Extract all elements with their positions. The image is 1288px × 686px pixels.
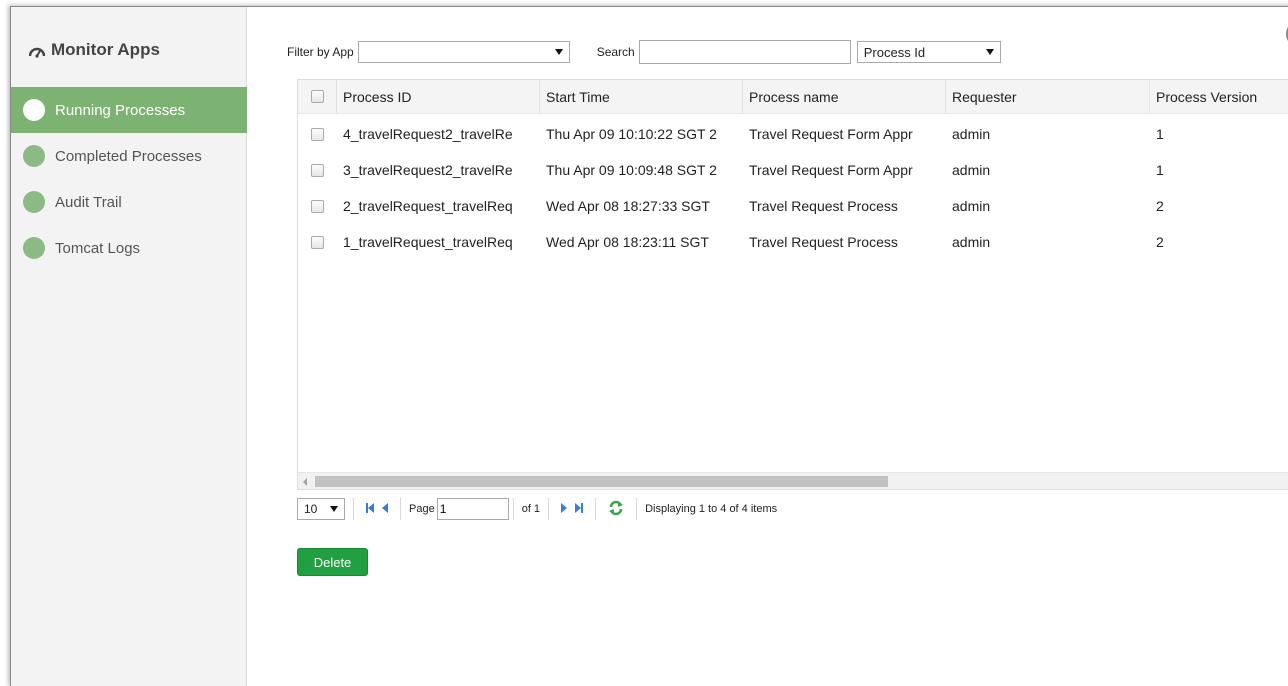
column-header-process-id[interactable]: Process ID bbox=[337, 80, 540, 113]
scrollbar-thumb[interactable] bbox=[315, 476, 888, 487]
cell-start-time: Wed Apr 08 18:27:33 SGT bbox=[546, 198, 710, 214]
sidebar-item-completed-processes[interactable]: Completed Processes bbox=[11, 133, 247, 179]
pager-divider bbox=[548, 498, 550, 520]
cell-process-name: Travel Request Process bbox=[749, 198, 898, 214]
pagination-bar: 10 Page of 1 bbox=[297, 496, 1288, 522]
cell-process-version: 2 bbox=[1156, 198, 1164, 214]
page-size-value: 10 bbox=[304, 502, 318, 516]
sidebar-nav: Running Processes Completed Processes Au… bbox=[11, 87, 247, 271]
app-window: Monitor Apps Running Processes Completed… bbox=[10, 6, 1288, 686]
filter-app-select[interactable] bbox=[357, 41, 570, 63]
sidebar-item-label: Completed Processes bbox=[55, 147, 202, 165]
filter-bar: Filter by App Search Process Id bbox=[287, 40, 1287, 64]
main-content: Filter by App Search Process Id Process … bbox=[287, 7, 1288, 686]
sidebar: Monitor Apps Running Processes Completed… bbox=[11, 7, 247, 686]
circle-icon bbox=[23, 191, 45, 213]
grid-header: Process ID Start Time Process name Reque… bbox=[298, 80, 1288, 114]
cell-process-id: 3_travelRequest2_travelRe bbox=[343, 162, 513, 178]
page-size-select[interactable]: 10 bbox=[297, 498, 345, 520]
cell-requester: admin bbox=[952, 198, 991, 214]
pager-display-text: Displaying 1 to 4 of 4 items bbox=[645, 503, 778, 515]
next-page-icon[interactable] bbox=[561, 502, 568, 516]
row-select-cell bbox=[298, 152, 337, 188]
circle-icon bbox=[23, 237, 45, 259]
delete-button[interactable]: Delete bbox=[297, 548, 368, 576]
row-checkbox[interactable] bbox=[311, 235, 324, 249]
pager-divider bbox=[512, 498, 514, 520]
row-select-cell bbox=[298, 116, 337, 152]
column-header-requester[interactable]: Requester bbox=[946, 80, 1150, 113]
table-row[interactable]: 4_travelRequest2_travelRe Thu Apr 09 10:… bbox=[298, 116, 1288, 152]
search-label: Search bbox=[596, 45, 635, 59]
cell-process-version: 2 bbox=[1156, 234, 1164, 250]
table-row[interactable]: 2_travelRequest_travelReq Wed Apr 08 18:… bbox=[298, 188, 1288, 224]
first-page-icon[interactable] bbox=[366, 502, 374, 516]
prev-page-icon[interactable] bbox=[382, 502, 388, 516]
sidebar-item-label: Running Processes bbox=[55, 101, 186, 119]
sidebar-item-label: Audit Trail bbox=[55, 193, 122, 211]
sidebar-item-audit-trail[interactable]: Audit Trail bbox=[11, 179, 247, 225]
chevron-down-icon bbox=[985, 49, 994, 55]
process-grid: Process ID Start Time Process name Reque… bbox=[297, 79, 1288, 490]
column-header-process-version[interactable]: Process Version bbox=[1150, 80, 1288, 113]
column-header-start-time[interactable]: Start Time bbox=[540, 80, 743, 113]
row-select-cell bbox=[298, 188, 337, 224]
search-input[interactable] bbox=[638, 40, 851, 64]
cell-process-id: 4_travelRequest2_travelRe bbox=[343, 126, 513, 142]
scroll-left-icon[interactable] bbox=[303, 478, 307, 486]
circle-icon bbox=[23, 145, 45, 167]
pager-divider bbox=[400, 498, 401, 520]
cell-process-name: Travel Request Form Appr bbox=[749, 126, 913, 142]
sidebar-item-label: Tomcat Logs bbox=[55, 239, 141, 257]
cell-process-version: 1 bbox=[1156, 162, 1164, 178]
sidebar-item-tomcat-logs[interactable]: Tomcat Logs bbox=[11, 225, 247, 271]
cell-start-time: Wed Apr 08 18:23:11 SGT bbox=[546, 234, 709, 250]
sidebar-title: Monitor Apps bbox=[28, 40, 160, 60]
page-number-input[interactable] bbox=[436, 498, 509, 520]
dashboard-icon bbox=[28, 43, 46, 58]
table-row[interactable]: 3_travelRequest2_travelRe Thu Apr 09 10:… bbox=[298, 152, 1288, 188]
cell-process-name: Travel Request Form Appr bbox=[749, 162, 913, 178]
cell-requester: admin bbox=[952, 126, 991, 142]
horizontal-scrollbar[interactable] bbox=[298, 472, 1288, 489]
row-checkbox[interactable] bbox=[311, 127, 324, 141]
pager-divider bbox=[595, 498, 597, 520]
row-select-cell bbox=[298, 224, 337, 260]
filter-app-label: Filter by App bbox=[287, 45, 354, 59]
cell-start-time: Thu Apr 09 10:09:48 SGT 2 bbox=[546, 162, 717, 178]
cell-start-time: Thu Apr 09 10:10:22 SGT 2 bbox=[546, 126, 717, 142]
sidebar-item-running-processes[interactable]: Running Processes bbox=[11, 87, 247, 133]
header-select-cell bbox=[298, 80, 337, 113]
search-field-value: Process Id bbox=[863, 44, 926, 60]
row-checkbox[interactable] bbox=[311, 199, 324, 213]
last-page-icon[interactable] bbox=[575, 502, 584, 516]
table-row[interactable]: 1_travelRequest_travelReq Wed Apr 08 18:… bbox=[298, 224, 1288, 260]
row-checkbox[interactable] bbox=[311, 163, 324, 177]
pager-divider bbox=[636, 498, 638, 520]
column-header-process-name[interactable]: Process name bbox=[743, 80, 946, 113]
pager-divider bbox=[353, 498, 354, 520]
cell-process-version: 1 bbox=[1156, 126, 1164, 142]
circle-icon bbox=[23, 99, 45, 121]
sidebar-title-text: Monitor Apps bbox=[51, 40, 160, 59]
select-all-checkbox[interactable] bbox=[310, 90, 324, 103]
cell-process-id: 1_travelRequest_travelReq bbox=[343, 234, 513, 250]
chevron-down-icon bbox=[330, 506, 338, 512]
page-of-label: of 1 bbox=[521, 503, 541, 515]
cell-process-name: Travel Request Process bbox=[749, 234, 898, 250]
cell-requester: admin bbox=[952, 162, 991, 178]
search-field-select[interactable]: Process Id bbox=[856, 41, 1001, 63]
cell-process-id: 2_travelRequest_travelReq bbox=[343, 198, 513, 214]
chevron-down-icon bbox=[554, 49, 563, 55]
page-label: Page bbox=[409, 503, 435, 515]
cell-requester: admin bbox=[952, 234, 991, 250]
refresh-icon[interactable] bbox=[608, 500, 624, 519]
